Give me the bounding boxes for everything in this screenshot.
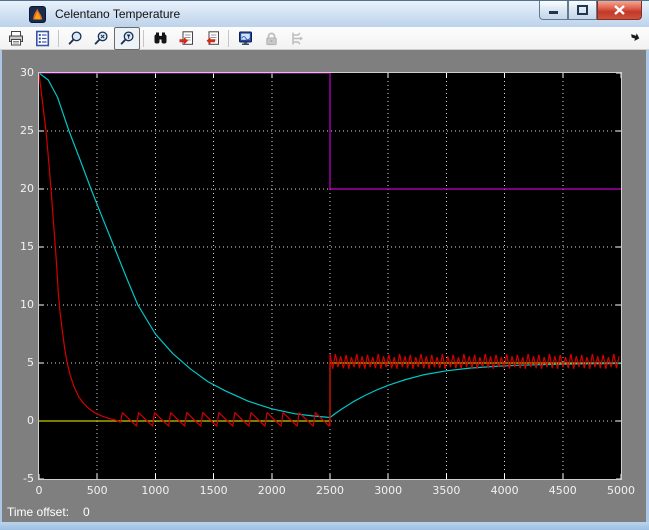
- zoom-icon: [67, 30, 84, 47]
- window-frame: [0, 50, 2, 522]
- parameters-button[interactable]: [29, 27, 55, 50]
- save-axes-button[interactable]: [173, 27, 199, 50]
- trace-red-controller-output: [39, 73, 619, 426]
- toolbar-separator: [143, 30, 144, 47]
- time-offset-value: 0: [83, 505, 90, 519]
- binoculars-icon: [152, 30, 169, 47]
- zoom-x-button[interactable]: [88, 27, 114, 50]
- lock-icon: [263, 30, 280, 47]
- toolbar-separator: [58, 30, 59, 47]
- maximize-icon: [577, 5, 588, 15]
- window-controls: [539, 1, 642, 20]
- y-tick-label: 0: [4, 414, 34, 427]
- y-tick-label: 15: [4, 240, 34, 253]
- y-tick-label: 10: [4, 298, 34, 311]
- x-tick-label: 4000: [483, 484, 527, 497]
- autoscale-button[interactable]: [147, 27, 173, 50]
- title-bar[interactable]: Celentano Temperature: [0, 0, 649, 27]
- scope-plot: [39, 73, 621, 479]
- floating-scope-button[interactable]: [232, 27, 258, 50]
- save-axes-icon: [178, 30, 195, 47]
- x-tick-label: 3000: [366, 484, 410, 497]
- scope-window: Celentano Temperature: [0, 0, 649, 530]
- floating-scope-icon: [237, 30, 254, 47]
- plot-area[interactable]: [38, 72, 622, 480]
- x-tick-label: 2000: [250, 484, 294, 497]
- toolbar-overflow-arrow[interactable]: [629, 31, 641, 43]
- scope-area: -505101520253005001000150020002500300035…: [2, 50, 646, 522]
- print-button[interactable]: [3, 27, 29, 50]
- time-offset-label: Time offset:: [7, 505, 69, 519]
- y-tick-label: 25: [4, 124, 34, 137]
- zoom-button[interactable]: [62, 27, 88, 50]
- x-tick-label: 1000: [133, 484, 177, 497]
- y-tick-label: 30: [4, 66, 34, 79]
- close-button[interactable]: [597, 1, 642, 20]
- minimize-button[interactable]: [539, 1, 568, 20]
- x-tick-label: 1500: [192, 484, 236, 497]
- x-tick-label: 500: [75, 484, 119, 497]
- x-tick-label: 3500: [424, 484, 468, 497]
- x-tick-label: 4500: [541, 484, 585, 497]
- zoom-x-icon: [93, 30, 110, 47]
- x-tick-label: 0: [17, 484, 61, 497]
- signal-selection-icon: [289, 30, 306, 47]
- x-tick-label: 5000: [599, 484, 643, 497]
- signal-selection-button: [284, 27, 310, 50]
- x-tick-label: 2500: [308, 484, 352, 497]
- restore-axes-icon: [204, 30, 221, 47]
- simulink-scope-icon: [29, 6, 46, 23]
- window-title: Celentano Temperature: [55, 1, 180, 27]
- y-tick-label: 20: [4, 182, 34, 195]
- lock-axes-button: [258, 27, 284, 50]
- parameters-icon: [34, 30, 51, 47]
- close-icon: [614, 5, 625, 15]
- y-tick-label: 5: [4, 356, 34, 369]
- print-icon: [8, 30, 25, 47]
- minimize-icon: [549, 6, 559, 15]
- maximize-button[interactable]: [568, 1, 597, 20]
- scope-toolbar: [0, 27, 649, 50]
- status-bar: Time offset: 0: [7, 505, 104, 519]
- zoom-y-icon: [119, 30, 136, 47]
- toolbar-separator: [228, 30, 229, 47]
- restore-axes-button[interactable]: [199, 27, 225, 50]
- zoom-y-button[interactable]: [114, 27, 140, 50]
- window-frame: [0, 522, 649, 530]
- trace-magenta-setpoint-step: [39, 73, 621, 189]
